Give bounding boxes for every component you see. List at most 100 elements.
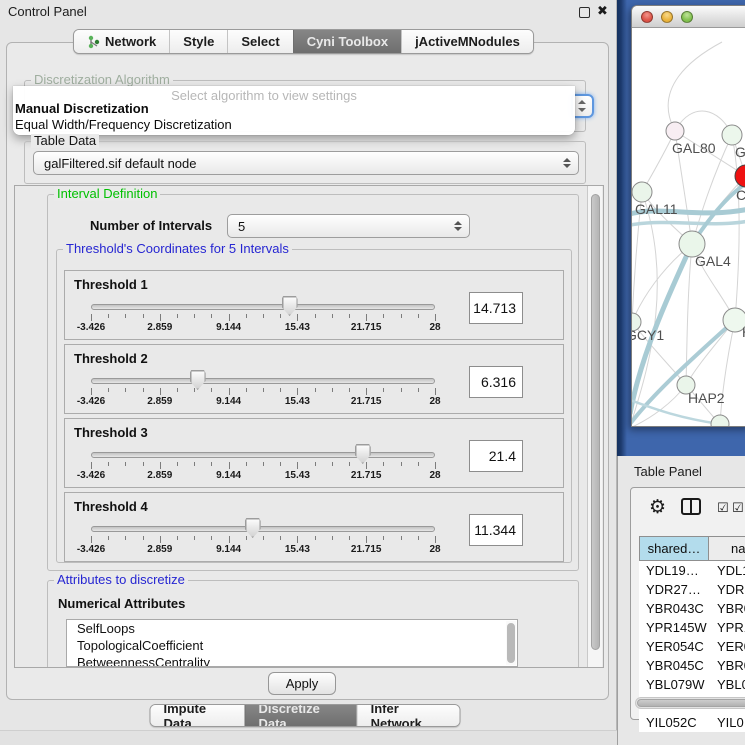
- slider-thumb[interactable]: [355, 444, 371, 464]
- control-panel: Control Panel ✖ NetworkStyleSelectCyni T…: [0, 0, 617, 745]
- tick-label: 2.859: [147, 396, 172, 407]
- slider-track[interactable]: [91, 378, 435, 384]
- tick-mark: [177, 462, 178, 466]
- table-toolbar: ⚙ ☑ ☑: [631, 488, 745, 530]
- attribute-list-item[interactable]: SelfLoops: [67, 620, 517, 637]
- split-columns-icon[interactable]: [681, 498, 701, 515]
- number-of-intervals-value: 5: [238, 219, 245, 234]
- algorithm-option-manual[interactable]: Manual Discretization: [15, 101, 149, 116]
- tick-mark: [194, 462, 195, 466]
- apply-button[interactable]: Apply: [268, 672, 336, 695]
- cell-shared-name: YDR27…: [639, 580, 709, 599]
- tick-mark: [229, 462, 230, 469]
- tick-mark: [91, 536, 92, 543]
- slider-ticks: [91, 388, 435, 396]
- table-row[interactable]: YDR27…YDR2: [639, 580, 745, 599]
- numerical-attributes-list[interactable]: SelfLoopsTopologicalCoefficientBetweenne…: [66, 619, 518, 667]
- tick-mark: [297, 462, 298, 469]
- tab-label: Network: [105, 34, 156, 49]
- table-row[interactable]: YBR043CYBR0: [639, 599, 745, 618]
- threshold-value-field[interactable]: 6.316: [469, 366, 523, 398]
- float-window-icon[interactable]: [579, 7, 590, 18]
- zoom-traffic-light[interactable]: [681, 11, 693, 23]
- tick-mark: [401, 536, 402, 540]
- table-row[interactable]: YER054CYER0: [639, 637, 745, 656]
- slider-track[interactable]: [91, 304, 435, 310]
- tab-network[interactable]: Network: [74, 30, 169, 53]
- interval-definition-group: Interval Definition Number of Intervals …: [47, 194, 579, 571]
- table-row[interactable]: YDL19…YDL1: [639, 561, 745, 580]
- checkbox-icon[interactable]: ☑: [717, 500, 729, 516]
- tick-label: 15.43: [285, 396, 310, 407]
- network-edge[interactable]: [668, 42, 722, 131]
- algorithm-option-equal-width[interactable]: Equal Width/Frequency Discretization: [15, 117, 232, 132]
- attribute-list-item[interactable]: TopologicalCoefficient: [67, 637, 517, 654]
- table-panel-region: Table Panel ⚙ ☑ ☑ shared… na YDL19…YDL1Y…: [617, 456, 745, 745]
- slider-track[interactable]: [91, 452, 435, 458]
- threshold-value-field[interactable]: 14.713: [469, 292, 523, 324]
- tick-mark: [332, 536, 333, 540]
- tab-impute-data[interactable]: Impute Data: [151, 705, 245, 726]
- slider-track[interactable]: [91, 526, 435, 532]
- tab-label: jActiveMNodules: [415, 34, 520, 49]
- cell-name: YPR1: [709, 618, 745, 637]
- close-icon[interactable]: ✖: [597, 3, 608, 19]
- tick-label: -3.426: [77, 322, 105, 333]
- threshold-row: Threshold 4-3.4262.8599.14415.4321.71528…: [64, 492, 564, 562]
- tick-mark: [125, 536, 126, 540]
- tick-label: 9.144: [216, 470, 241, 481]
- tick-mark: [418, 314, 419, 318]
- threshold-value-field[interactable]: 21.4: [469, 440, 523, 472]
- tick-mark: [177, 314, 178, 318]
- network-node[interactable]: [722, 125, 742, 145]
- column-header-name[interactable]: na: [709, 536, 745, 561]
- network-canvas[interactable]: GAL80GACGAL11GAL4GCY1HHAP2: [632, 28, 745, 427]
- gear-icon[interactable]: ⚙: [649, 496, 666, 519]
- tick-mark: [297, 314, 298, 321]
- tick-mark: [143, 388, 144, 392]
- tick-mark: [160, 388, 161, 395]
- close-traffic-light[interactable]: [641, 11, 653, 23]
- checkbox-icon[interactable]: ☑: [732, 500, 744, 516]
- network-edge[interactable]: [732, 135, 739, 320]
- minimize-traffic-light[interactable]: [661, 11, 673, 23]
- slider-thumb[interactable]: [190, 370, 206, 390]
- settings-vertical-scrollbar[interactable]: [587, 186, 602, 667]
- tab-discretize-data[interactable]: Discretize Data: [244, 705, 356, 726]
- network-graph: GAL80GACGAL11GAL4GCY1HHAP2: [632, 28, 745, 427]
- tab-style[interactable]: Style: [169, 30, 227, 53]
- cell-shared-name: YBR045C: [639, 656, 709, 675]
- attribute-list-item[interactable]: BetweennessCentrality: [67, 654, 517, 667]
- tick-mark: [125, 314, 126, 318]
- network-window-titlebar[interactable]: [632, 6, 745, 28]
- network-node[interactable]: [632, 182, 652, 202]
- tick-label: -3.426: [77, 470, 105, 481]
- threshold-label: Threshold 1: [74, 277, 148, 292]
- column-header-shared[interactable]: shared…: [639, 536, 709, 561]
- tab-cyni-toolbox[interactable]: Cyni Toolbox: [293, 30, 401, 53]
- tab-jactivemnodules[interactable]: jActiveMNodules: [401, 30, 533, 53]
- slider-thumb[interactable]: [282, 296, 298, 316]
- table-data-combobox[interactable]: galFiltered.sif default node: [33, 151, 579, 175]
- threshold-value-field[interactable]: 11.344: [469, 514, 523, 546]
- network-node[interactable]: [666, 122, 684, 140]
- tick-label: 21.715: [351, 470, 382, 481]
- tick-label: 2.859: [147, 544, 172, 555]
- tab-select[interactable]: Select: [227, 30, 292, 53]
- tab-infer-network[interactable]: Infer Network: [357, 705, 460, 726]
- tick-label: 9.144: [216, 396, 241, 407]
- tick-mark: [229, 314, 230, 321]
- tick-mark: [418, 536, 419, 540]
- cell-shared-name: YPR145W: [639, 618, 709, 637]
- table-row[interactable]: YIL052CYIL0: [639, 713, 745, 732]
- table-row[interactable]: YBR045CYBR0: [639, 656, 745, 675]
- number-of-intervals-combobox[interactable]: 5: [227, 214, 470, 238]
- attributes-scrollbar[interactable]: [506, 621, 516, 665]
- tick-mark: [349, 388, 350, 392]
- tick-mark: [246, 536, 247, 540]
- table-horizontal-scrollbar[interactable]: [635, 697, 745, 709]
- slider-thumb[interactable]: [245, 518, 261, 538]
- tick-label: 21.715: [351, 396, 382, 407]
- table-row[interactable]: YPR145WYPR1: [639, 618, 745, 637]
- table-row[interactable]: YBL079WYBL0: [639, 675, 745, 694]
